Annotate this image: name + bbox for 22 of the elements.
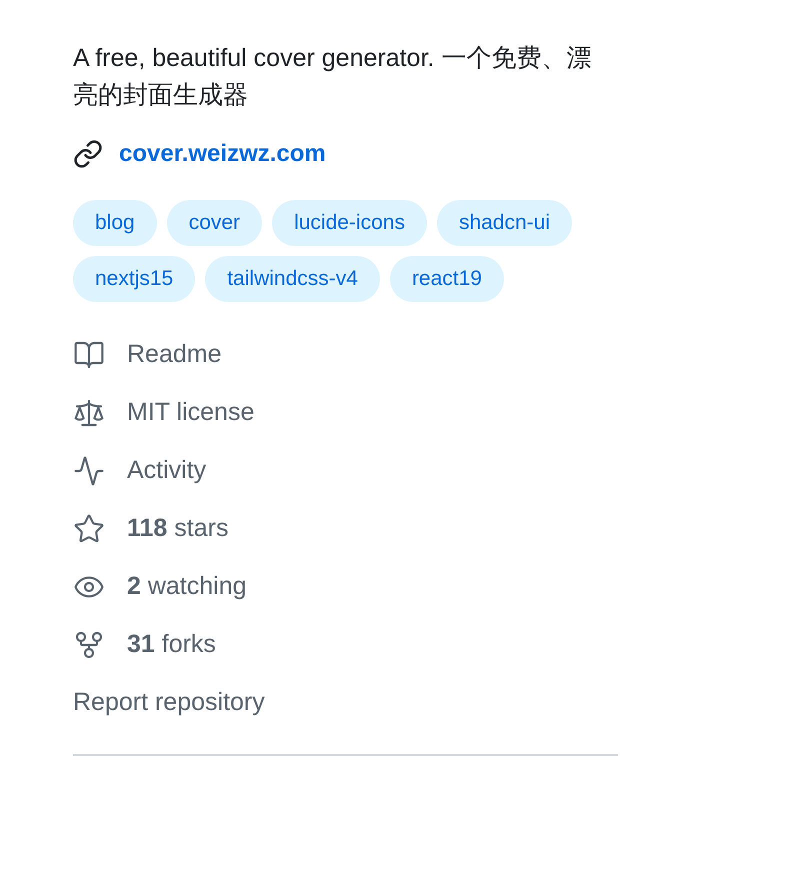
topic-tag[interactable]: blog	[73, 200, 157, 246]
sidebar-link[interactable]: 2 watching	[127, 568, 247, 606]
book-icon	[73, 339, 105, 371]
sidebar-link[interactable]: 31 forks	[127, 626, 216, 664]
sidebar-link[interactable]: Readme	[127, 336, 222, 374]
fork-icon	[73, 629, 105, 661]
topic-tag[interactable]: react19	[390, 256, 504, 302]
sidebar-link[interactable]: MIT license	[127, 394, 254, 432]
website-link[interactable]: cover.weizwz.com	[119, 136, 326, 172]
topic-tag[interactable]: cover	[166, 200, 262, 246]
star-icon	[73, 513, 105, 545]
topic-tag[interactable]: lucide-icons	[272, 200, 427, 246]
sidebar-link[interactable]: Activity	[127, 452, 206, 490]
sidebar-link[interactable]: 118 stars	[127, 510, 228, 548]
report-link[interactable]: Report repository	[73, 684, 265, 722]
repo-description: A free, beautiful cover generator. 一个免费、漂亮的封面生成器	[73, 43, 592, 111]
topic-tag[interactable]: nextjs15	[73, 256, 196, 302]
topic-tag[interactable]: shadcn-ui	[436, 200, 572, 246]
scale-icon	[73, 397, 105, 429]
topic-tag[interactable]: tailwindcss-v4	[205, 256, 380, 302]
link-icon	[73, 139, 103, 169]
pulse-icon	[73, 455, 105, 487]
